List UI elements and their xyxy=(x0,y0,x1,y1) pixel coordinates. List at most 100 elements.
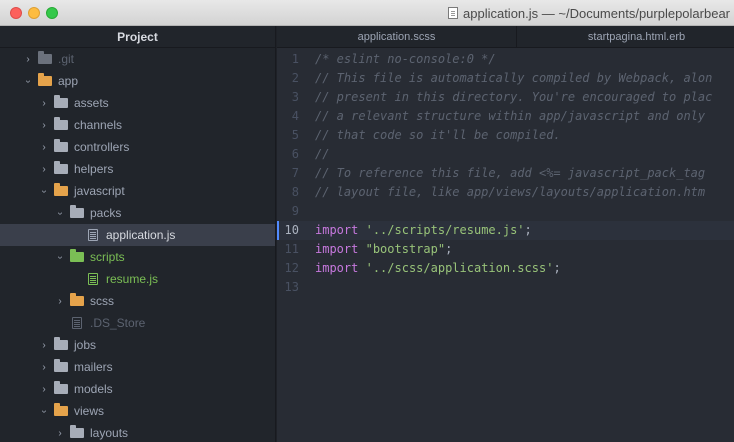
folder-icon xyxy=(54,403,68,416)
code-token: ; xyxy=(553,261,561,275)
code-line[interactable]: 9 xyxy=(277,202,734,221)
tree-item-helpers[interactable]: › helpers xyxy=(0,158,275,180)
tree-item-layouts[interactable]: › layouts xyxy=(0,422,275,442)
tab-startpagina-html-erb[interactable]: startpagina.html.erb xyxy=(517,26,734,47)
code-line[interactable]: 5 // that code so it'll be compiled. xyxy=(277,126,734,145)
tree-item-assets[interactable]: › assets xyxy=(0,92,275,114)
tree-item-ds-store[interactable]: .DS_Store xyxy=(0,312,275,334)
code-line[interactable]: 11 import "bootstrap"; xyxy=(277,240,734,259)
code-text: // This file is automatically compiled b… xyxy=(315,69,712,88)
tab-application-scss[interactable]: application.scss xyxy=(277,26,517,47)
line-number: 2 xyxy=(291,71,299,85)
chevron-right-icon[interactable]: › xyxy=(38,362,50,373)
folder-icon xyxy=(54,359,68,372)
tree-item-channels[interactable]: › channels xyxy=(0,114,275,136)
folder-icon xyxy=(54,117,68,130)
project-sidebar: Project › .git › app › assets › channels › contro… xyxy=(0,26,276,442)
line-number: 10 xyxy=(284,223,299,237)
window-title-group: application.js — ~/Documents/purplepolar… xyxy=(448,5,730,21)
code-line[interactable]: 4 // a relevant structure within app/java… xyxy=(277,107,734,126)
code-token: import xyxy=(315,261,359,275)
minimize-window-button[interactable] xyxy=(28,7,40,19)
tree-item-scss[interactable]: › scss xyxy=(0,290,275,312)
line-number: 8 xyxy=(291,185,299,199)
folder-icon xyxy=(70,249,84,262)
code-line[interactable]: 1 /* eslint no-console:0 */ xyxy=(277,50,734,69)
tree-item-mailers[interactable]: › mailers xyxy=(0,356,275,378)
chevron-right-icon[interactable]: › xyxy=(54,428,66,439)
chevron-right-icon[interactable]: › xyxy=(54,296,66,307)
chevron-right-icon[interactable]: › xyxy=(38,142,50,153)
tree-item-packs[interactable]: › packs xyxy=(0,202,275,224)
document-icon xyxy=(448,7,458,19)
code-text: // a relevant structure within app/javas… xyxy=(315,107,705,126)
maximize-window-button[interactable] xyxy=(46,7,58,19)
code-token: // To reference this file, add <%= javas… xyxy=(315,166,706,180)
code-token: // that code so it'll be compiled. xyxy=(315,128,561,142)
code-line[interactable]: 2 // This file is automatically compiled … xyxy=(277,69,734,88)
tab-bar: application.scss startpagina.html.erb xyxy=(277,26,734,48)
code-line[interactable]: 10 import '../scripts/resume.js'; xyxy=(277,221,734,240)
close-window-button[interactable] xyxy=(10,7,22,19)
tree-item-application-js[interactable]: application.js xyxy=(0,224,275,246)
tree-item-views[interactable]: › views xyxy=(0,400,275,422)
folder-icon xyxy=(54,337,68,350)
folder-icon xyxy=(54,381,68,394)
chevron-right-icon[interactable]: › xyxy=(38,164,50,175)
tree-item-label: layouts xyxy=(90,426,129,440)
code-token: // layout file, like app/views/layouts/a… xyxy=(315,185,706,199)
chevron-down-icon[interactable]: › xyxy=(23,75,34,87)
tree-item-models[interactable]: › models xyxy=(0,378,275,400)
tree-item-git[interactable]: › .git xyxy=(0,48,275,70)
tree-item-scripts[interactable]: › scripts xyxy=(0,246,275,268)
file-icon xyxy=(88,229,98,241)
code-line[interactable]: 12 import '../scss/application.scss'; xyxy=(277,259,734,278)
line-number: 5 xyxy=(291,128,299,142)
tree-item-label: jobs xyxy=(74,338,97,352)
folder-icon xyxy=(54,139,68,152)
folder-icon xyxy=(54,95,68,108)
file-icon xyxy=(88,273,98,285)
chevron-right-icon[interactable]: › xyxy=(38,340,50,351)
chevron-down-icon[interactable]: › xyxy=(55,251,66,263)
line-number: 12 xyxy=(284,261,299,275)
tree-item-javascript[interactable]: › javascript xyxy=(0,180,275,202)
tree-item-app[interactable]: › app xyxy=(0,70,275,92)
folder-icon xyxy=(70,425,84,438)
line-number: 11 xyxy=(284,242,299,256)
chevron-down-icon[interactable]: › xyxy=(39,185,50,197)
code-text: // present in this directory. You're enc… xyxy=(315,88,712,107)
chevron-down-icon[interactable]: › xyxy=(55,207,66,219)
tree-item-label: assets xyxy=(74,96,109,110)
tree-item-label: models xyxy=(74,382,113,396)
tree-item-label: channels xyxy=(74,118,123,132)
tree-item-controllers[interactable]: › controllers xyxy=(0,136,275,158)
folder-icon xyxy=(70,293,84,306)
tree-item-label: app xyxy=(58,74,79,88)
chevron-right-icon[interactable]: › xyxy=(38,384,50,395)
tree-item-label: .git xyxy=(58,52,75,66)
chevron-down-icon[interactable]: › xyxy=(39,405,50,417)
tree-item-jobs[interactable]: › jobs xyxy=(0,334,275,356)
code-line[interactable]: 7 // To reference this file, add <%= java… xyxy=(277,164,734,183)
code-text: // that code so it'll be compiled. xyxy=(315,126,561,145)
code-token: '../scripts/resume.js' xyxy=(365,223,525,237)
code-text: // layout file, like app/views/layouts/a… xyxy=(315,183,705,202)
tree-item-resume-js[interactable]: resume.js xyxy=(0,268,275,290)
code-token: // a relevant structure within app/javas… xyxy=(315,109,706,123)
folder-icon xyxy=(70,205,84,218)
chevron-right-icon[interactable]: › xyxy=(38,120,50,131)
code-area[interactable]: 1 /* eslint no-console:0 */ 2 // This file … xyxy=(277,48,734,442)
code-line[interactable]: 3 // present in this directory. You're en… xyxy=(277,88,734,107)
sidebar-header: Project xyxy=(0,26,275,48)
chevron-right-icon[interactable]: › xyxy=(38,98,50,109)
tree-item-label: packs xyxy=(90,206,122,220)
editor-pane: application.scss startpagina.html.erb 1 /… xyxy=(277,26,734,442)
code-token: '../scss/application.scss' xyxy=(365,261,554,275)
chevron-right-icon[interactable]: › xyxy=(22,54,34,65)
code-line[interactable]: 6 // xyxy=(277,145,734,164)
code-token: // This file is automatically compiled b… xyxy=(315,71,713,85)
code-line[interactable]: 13 xyxy=(277,278,734,297)
code-line[interactable]: 8 // layout file, like app/views/layouts/… xyxy=(277,183,734,202)
code-token: import xyxy=(315,242,359,256)
